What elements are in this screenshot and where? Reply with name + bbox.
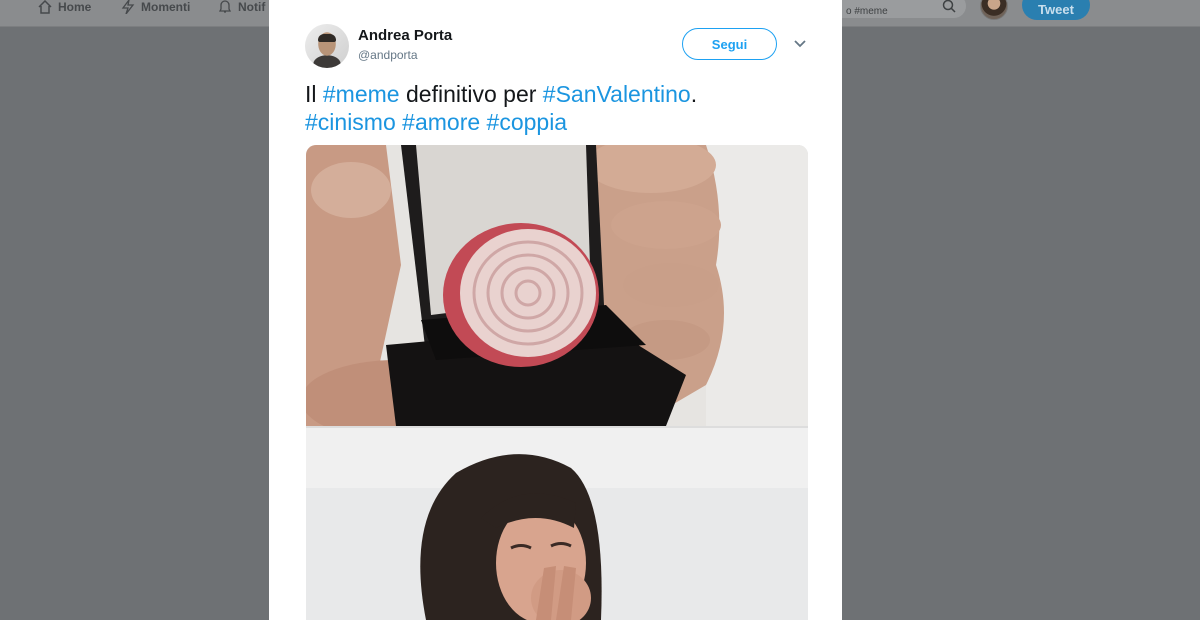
author-display-name[interactable]: Andrea Porta: [358, 27, 452, 44]
tweet-card: Andrea Porta @andporta Segui Il #meme de…: [269, 0, 842, 620]
lightning-icon: [121, 0, 135, 14]
tweet-text-part: definitivo per: [399, 81, 543, 107]
bell-icon: [218, 0, 232, 13]
search-icon[interactable]: [942, 0, 956, 13]
follow-button[interactable]: Segui: [682, 28, 777, 60]
nav-moments[interactable]: Momenti: [120, 0, 190, 14]
nav-notifications[interactable]: Notif: [217, 0, 265, 14]
tweet-media[interactable]: [306, 145, 808, 620]
ring-box-onion-photo: [306, 145, 808, 426]
home-icon: [38, 0, 52, 14]
hashtag-link[interactable]: #cinismo: [305, 109, 396, 135]
nav-home-label: Home: [58, 0, 92, 14]
hashtag-link[interactable]: #amore: [402, 109, 480, 135]
nav-notifications-label: Notif: [238, 0, 266, 14]
hashtag-link[interactable]: #meme: [323, 81, 400, 107]
search-input-value: o #meme: [846, 5, 888, 17]
hashtag-link[interactable]: #SanValentino: [543, 81, 691, 107]
author-username[interactable]: @andporta: [358, 48, 418, 62]
author-avatar[interactable]: [305, 24, 349, 68]
tweet-text: Il #meme definitivo per #SanValentino. #…: [305, 80, 805, 136]
hashtag-link[interactable]: #coppia: [487, 109, 568, 135]
nav-profile-avatar[interactable]: [980, 0, 1008, 20]
tweet-text-part: Il: [305, 81, 323, 107]
crying-woman-photo: [306, 428, 808, 620]
tweet-text-part: .: [690, 81, 698, 107]
nav-home[interactable]: Home: [37, 0, 91, 14]
nav-moments-label: Momenti: [141, 0, 191, 14]
chevron-down-icon[interactable]: [793, 39, 807, 49]
compose-tweet-button[interactable]: Tweet: [1022, 0, 1090, 20]
